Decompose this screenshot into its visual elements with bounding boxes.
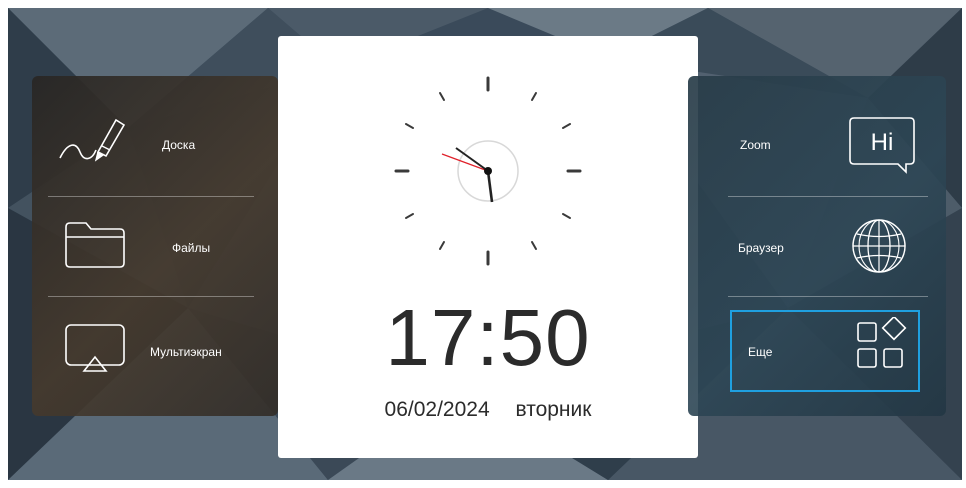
clock-tick-11 bbox=[439, 92, 445, 101]
screen-cast-icon bbox=[64, 323, 126, 378]
whiteboard-button[interactable]: Доска bbox=[32, 76, 278, 194]
browser-label: Браузер bbox=[738, 241, 784, 255]
zoom-hi-icon: Hi bbox=[848, 116, 918, 179]
clock-tick-4 bbox=[562, 213, 571, 219]
weekday-text: вторник bbox=[515, 398, 592, 421]
clock-tick-8 bbox=[405, 213, 414, 219]
launcher-screen: Доска Файлы Мультиэкран 17:50 06/02/2024… bbox=[8, 8, 962, 480]
whiteboard-pen-icon bbox=[58, 112, 128, 169]
clock-tick-2 bbox=[562, 123, 571, 129]
date-text: 06/02/2024 bbox=[384, 398, 490, 421]
folder-icon bbox=[64, 221, 126, 274]
clock-tick-1 bbox=[531, 92, 537, 101]
globe-icon bbox=[850, 217, 908, 280]
more-button-focus-ring bbox=[730, 310, 920, 392]
left-app-panel: Доска Файлы Мультиэкран bbox=[32, 76, 278, 416]
analog-clock bbox=[394, 76, 582, 266]
date-row: 06/02/2024 вторник bbox=[278, 398, 698, 422]
clock-panel: 17:50 06/02/2024 вторник bbox=[278, 36, 698, 458]
clock-hour-hand bbox=[486, 170, 494, 203]
multiscreen-button[interactable]: Мультиэкран bbox=[32, 297, 278, 415]
clock-tick-5 bbox=[531, 241, 537, 250]
clock-tick-7 bbox=[439, 241, 445, 250]
clock-center-dot bbox=[484, 167, 492, 175]
files-label: Файлы bbox=[172, 241, 211, 255]
whiteboard-label: Доска bbox=[162, 138, 196, 152]
zoom-button[interactable]: Zoom Hi bbox=[688, 76, 946, 194]
browser-button[interactable]: Браузер bbox=[688, 197, 946, 295]
multiscreen-label: Мультиэкран bbox=[150, 345, 222, 359]
clock-second-hand bbox=[441, 153, 489, 172]
zoom-label: Zoom bbox=[740, 138, 771, 152]
zoom-hi-text: Hi bbox=[871, 129, 894, 156]
clock-tick-10 bbox=[405, 123, 414, 129]
files-button[interactable]: Файлы bbox=[32, 197, 278, 295]
digital-time: 17:50 bbox=[385, 293, 591, 382]
